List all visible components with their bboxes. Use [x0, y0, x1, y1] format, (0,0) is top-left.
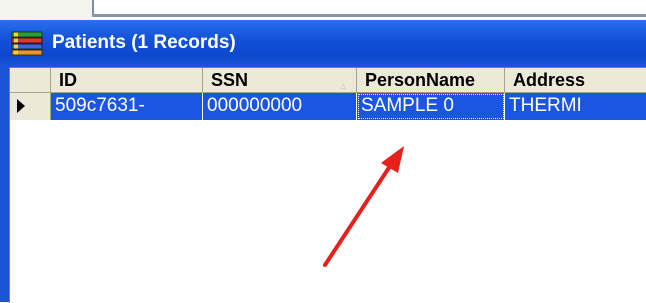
annotation-arrow-icon [323, 146, 404, 267]
